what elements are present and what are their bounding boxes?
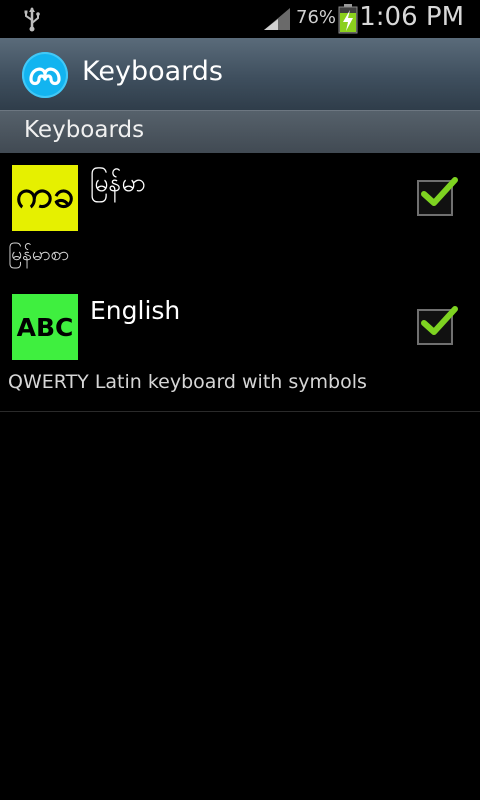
section-title: Keyboards [24, 117, 145, 143]
signal-icon [264, 8, 290, 30]
enable-checkbox[interactable] [417, 177, 458, 216]
check-icon [421, 177, 458, 206]
page-title: Keyboards [82, 56, 223, 87]
title-bar: Keyboards [0, 38, 480, 111]
battery-charging-icon [338, 4, 358, 34]
usb-icon [24, 7, 40, 32]
english-keyboard-icon: ABC [12, 294, 78, 360]
keyboard-name: မြန်မာ [90, 168, 146, 197]
keyboard-description: QWERTY Latin keyboard with symbols [8, 371, 367, 393]
keyboard-description: မြန်မာစာ [8, 243, 70, 265]
keyboard-item-myanmar[interactable]: ကခ မြန်မာ မြန်မာစာ [0, 153, 480, 283]
myanmar-keyboard-icon: ကခ [12, 165, 78, 231]
keyboard-name: English [90, 296, 181, 325]
clock: 1:06 PM [359, 2, 464, 32]
app-logo-icon[interactable] [22, 52, 68, 98]
enable-checkbox[interactable] [417, 306, 458, 345]
battery-percent: 76% [296, 7, 337, 28]
app-logo-glyph [29, 67, 61, 86]
status-bar: 76% 1:06 PM [0, 0, 480, 38]
section-header: Keyboards [0, 110, 480, 153]
keyboard-item-english[interactable]: ABC English QWERTY Latin keyboard with s… [0, 282, 480, 412]
check-icon [421, 306, 458, 335]
